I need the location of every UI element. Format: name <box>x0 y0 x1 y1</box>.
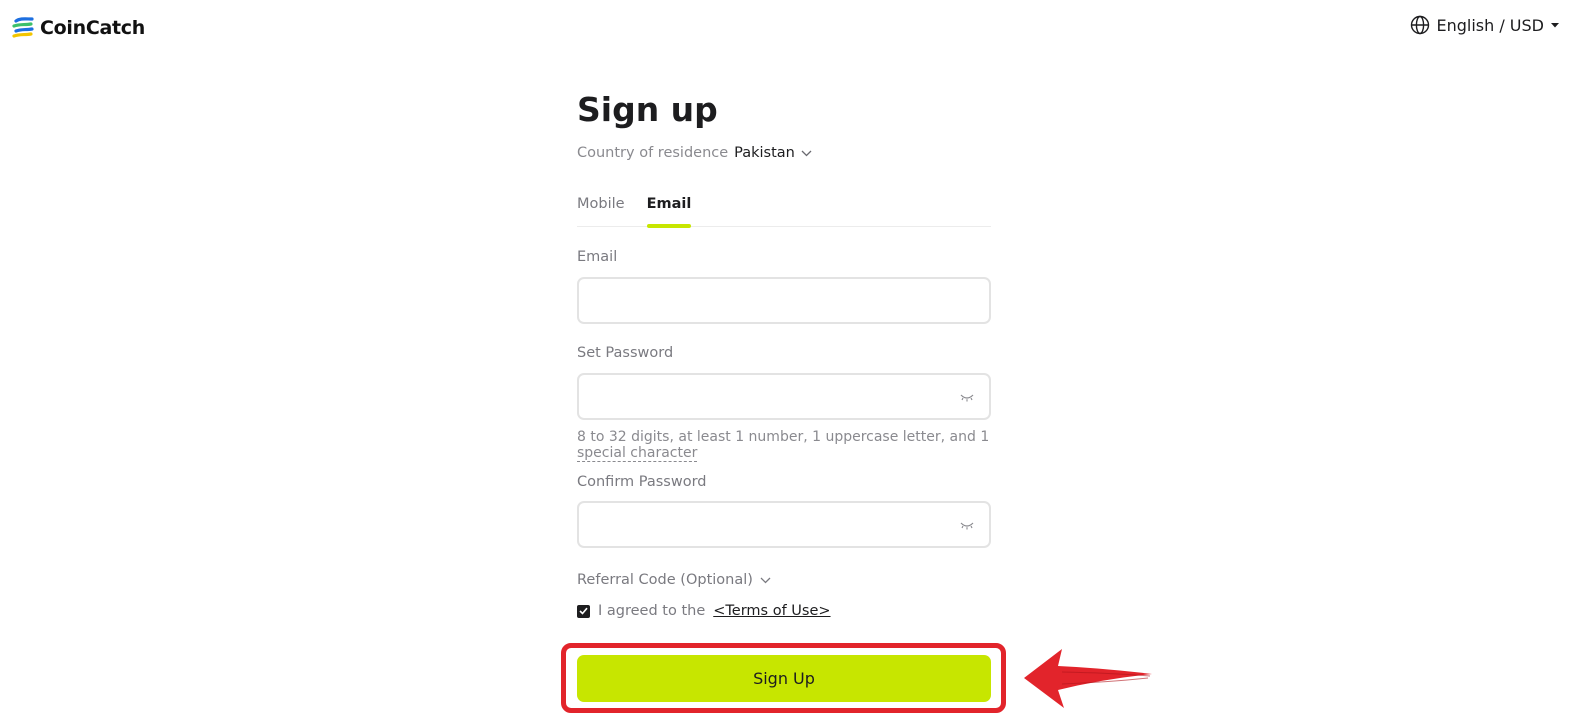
confirm-password-label: Confirm Password <box>577 474 707 490</box>
chevron-down-icon <box>801 150 812 156</box>
coincatch-logo-icon <box>12 17 34 38</box>
language-currency-selector[interactable]: English / USD <box>1410 15 1560 35</box>
language-label: English / USD <box>1436 15 1544 35</box>
country-label: Country of residence <box>577 145 729 161</box>
terms-of-use-link[interactable]: <Terms of Use> <box>713 603 830 619</box>
eye-closed-icon[interactable] <box>959 390 975 404</box>
globe-icon <box>1411 15 1430 35</box>
red-arrow-left-icon <box>1024 649 1152 708</box>
password-hint: 8 to 32 digits, at least 1 number, 1 upp… <box>577 429 991 462</box>
sign-up-button[interactable]: Sign Up <box>577 655 991 702</box>
coincatch-logo[interactable]: CoinCatch <box>12 16 145 40</box>
page-title: Sign up <box>577 90 718 129</box>
tab-mobile[interactable]: Mobile <box>577 196 625 227</box>
terms-agreement: I agreed to the <Terms of Use> <box>577 603 831 619</box>
password-field[interactable] <box>577 373 991 420</box>
agree-text: I agreed to the <box>598 603 706 619</box>
password-label: Set Password <box>577 345 674 361</box>
confirm-password-input[interactable] <box>579 503 989 546</box>
caret-down-icon <box>1551 23 1559 28</box>
email-label: Email <box>577 249 618 265</box>
confirm-password-field[interactable] <box>577 501 991 548</box>
header: CoinCatch English / USD <box>0 0 1574 56</box>
eye-closed-icon[interactable] <box>959 518 975 532</box>
brand-name: CoinCatch <box>40 17 145 39</box>
checkmark-icon <box>579 607 588 615</box>
country-selector[interactable]: Pakistan <box>734 145 812 161</box>
special-character-tooltip-trigger[interactable]: special character <box>577 445 698 462</box>
email-input[interactable] <box>579 279 989 322</box>
country-value: Pakistan <box>734 145 795 161</box>
password-input[interactable] <box>579 375 989 418</box>
signup-method-tabs: Mobile Email <box>577 196 991 228</box>
signup-form: Sign up Country of residence Pakistan Mo… <box>577 88 991 619</box>
referral-code-toggle[interactable]: Referral Code (Optional) <box>577 572 771 588</box>
password-hint-text: 8 to 32 digits, at least 1 number, 1 upp… <box>577 429 990 445</box>
chevron-down-icon <box>760 577 771 583</box>
agree-checkbox[interactable] <box>577 604 590 618</box>
country-of-residence: Country of residence Pakistan <box>577 145 812 161</box>
referral-label: Referral Code (Optional) <box>577 572 753 588</box>
email-field[interactable] <box>577 277 991 324</box>
tab-email[interactable]: Email <box>646 196 691 228</box>
